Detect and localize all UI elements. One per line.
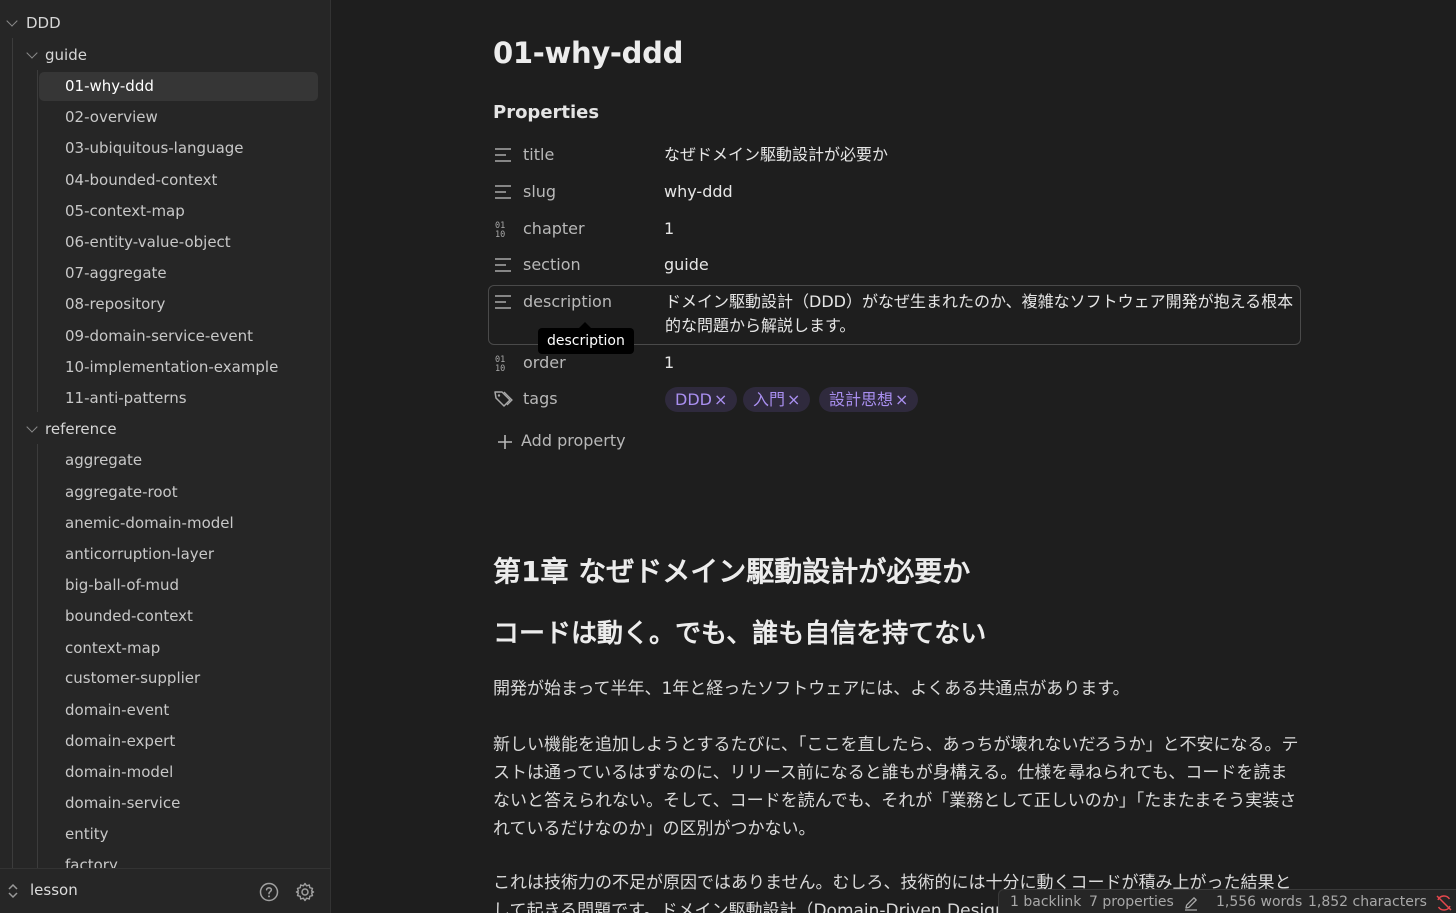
tag-remove-icon[interactable]: ×: [787, 390, 800, 409]
property-key[interactable]: chapter: [523, 219, 585, 239]
status-bar: 1 backlink 7 properties 1,556 words 1,85…: [998, 889, 1456, 913]
property-key[interactable]: order: [523, 353, 566, 373]
folder-label: DDD: [26, 14, 61, 32]
heading-2[interactable]: コードは動く。でも、誰も自信を持てない: [493, 613, 986, 650]
tooltip: description: [538, 328, 634, 354]
property-row-chapter[interactable]: 01 10 chapter 1: [493, 219, 1301, 239]
property-value[interactable]: ドメイン駆動設計（DDD）がなぜ生まれたのか、複雑なソフトウェア開発が抱える根本…: [665, 290, 1295, 338]
property-key[interactable]: section: [523, 255, 581, 275]
chevron-down-icon: [6, 15, 18, 27]
tag-pill[interactable]: 設計思想 ×: [819, 387, 919, 412]
pencil-icon[interactable]: [1183, 895, 1199, 911]
tag-remove-icon[interactable]: ×: [714, 390, 727, 409]
text-lines-icon: [495, 295, 511, 309]
add-property-label: Add property: [521, 431, 626, 450]
number-icon: 01 10: [495, 355, 505, 373]
property-value[interactable]: 1: [664, 219, 674, 239]
tag-remove-icon[interactable]: ×: [895, 390, 908, 409]
folder-reference[interactable]: reference: [0, 415, 330, 443]
property-value[interactable]: why-ddd: [664, 182, 733, 202]
file-item[interactable]: big-ball-of-mud: [65, 571, 179, 599]
chevron-up-down-icon[interactable]: [6, 881, 20, 901]
character-count: 1,852 characters: [1308, 894, 1427, 910]
tag-label: 設計思想: [829, 390, 894, 409]
number-icon: 01 10: [495, 221, 505, 239]
word-count: 1,556 words: [1216, 894, 1303, 910]
property-key[interactable]: title: [523, 145, 554, 165]
help-circle-icon[interactable]: [259, 882, 279, 902]
editor-pane: 01-why-ddd Properties title なぜドメイン駆動設計が必…: [331, 0, 1456, 913]
property-key[interactable]: description: [523, 292, 612, 312]
tree-guide-line: [37, 444, 38, 868]
properties-count[interactable]: 7 properties: [1089, 890, 1174, 913]
file-item[interactable]: entity: [65, 820, 109, 848]
paragraph[interactable]: 開発が始まって半年、1年と経ったソフトウェアには、よくある共通点があります。: [493, 675, 1303, 703]
plus-icon: [498, 435, 512, 449]
backlinks-count[interactable]: 1 backlink: [1010, 890, 1081, 913]
file-item[interactable]: domain-model: [65, 758, 173, 786]
tag-pill[interactable]: DDD ×: [665, 387, 738, 412]
property-row-order[interactable]: 01 10 order 1: [493, 353, 1301, 373]
property-value[interactable]: guide: [664, 255, 709, 275]
svg-text:10: 10: [495, 230, 505, 239]
property-key[interactable]: tags: [523, 389, 558, 409]
file-item[interactable]: factory: [65, 851, 118, 868]
folder-label: reference: [45, 420, 117, 438]
sidebar-footer: lesson: [0, 868, 330, 913]
file-item[interactable]: 09-domain-service-event: [65, 322, 253, 350]
sync-error-icon[interactable]: [1435, 894, 1453, 912]
file-item[interactable]: domain-expert: [65, 727, 175, 755]
folder-guide[interactable]: guide: [0, 41, 330, 69]
file-item[interactable]: domain-service: [65, 789, 180, 817]
property-row-slug[interactable]: slug why-ddd: [493, 182, 1301, 202]
property-key[interactable]: slug: [523, 182, 556, 202]
file-item[interactable]: 06-entity-value-object: [65, 228, 231, 256]
file-item[interactable]: customer-supplier: [65, 664, 200, 692]
paragraph[interactable]: 新しい機能を追加しようとするたびに、「ここを直したら、あっちが壊れないだろうか」…: [493, 731, 1303, 843]
file-item[interactable]: 07-aggregate: [65, 259, 167, 287]
file-explorer-sidebar: DDD guide 01-why-ddd 02-overview 03-ubiq…: [0, 0, 331, 913]
property-value[interactable]: なぜドメイン駆動設計が必要か: [664, 145, 888, 165]
tags-icon: [494, 391, 513, 407]
note-title[interactable]: 01-why-ddd: [493, 36, 683, 70]
text-lines-icon: [495, 185, 511, 199]
file-item[interactable]: 05-context-map: [65, 197, 185, 225]
file-item[interactable]: anticorruption-layer: [65, 540, 214, 568]
file-item[interactable]: 04-bounded-context: [65, 166, 217, 194]
file-item[interactable]: 02-overview: [65, 103, 158, 131]
folder-label: guide: [45, 46, 87, 64]
heading-1[interactable]: 第1章 なぜドメイン駆動設計が必要か: [493, 550, 970, 590]
tree-guide-line: [37, 70, 38, 412]
file-item[interactable]: anemic-domain-model: [65, 509, 234, 537]
file-item[interactable]: bounded-context: [65, 602, 193, 630]
tag-pill[interactable]: 入門 ×: [743, 387, 811, 412]
text-lines-icon: [495, 148, 511, 162]
svg-text:10: 10: [495, 364, 505, 373]
tree-guide-line: [12, 38, 13, 868]
app-window: DDD guide 01-why-ddd 02-overview 03-ubiq…: [0, 0, 1456, 913]
file-item[interactable]: 11-anti-patterns: [65, 384, 187, 412]
file-item[interactable]: 03-ubiquitous-language: [65, 134, 244, 162]
folder-ddd[interactable]: DDD: [0, 9, 330, 37]
property-row-section[interactable]: section guide: [493, 255, 1301, 275]
tag-label: DDD: [675, 390, 712, 409]
file-item[interactable]: context-map: [65, 634, 160, 662]
chevron-down-icon: [26, 47, 38, 59]
tag-label: 入門: [753, 390, 786, 409]
file-item-01-why-ddd[interactable]: 01-why-ddd: [65, 72, 154, 100]
file-item[interactable]: domain-event: [65, 696, 169, 724]
property-row-title[interactable]: title なぜドメイン駆動設計が必要か: [493, 145, 1301, 165]
vault-name[interactable]: lesson: [30, 881, 78, 899]
file-tree: DDD guide 01-why-ddd 02-overview 03-ubiq…: [0, 0, 330, 868]
file-item[interactable]: 10-implementation-example: [65, 353, 278, 381]
file-item[interactable]: aggregate: [65, 446, 142, 474]
file-item[interactable]: 08-repository: [65, 290, 165, 318]
property-value[interactable]: 1: [664, 353, 674, 373]
text-lines-icon: [495, 258, 511, 272]
properties-heading[interactable]: Properties: [493, 102, 599, 123]
chevron-down-icon: [26, 421, 38, 433]
gear-icon[interactable]: [295, 882, 315, 902]
file-item[interactable]: aggregate-root: [65, 478, 178, 506]
